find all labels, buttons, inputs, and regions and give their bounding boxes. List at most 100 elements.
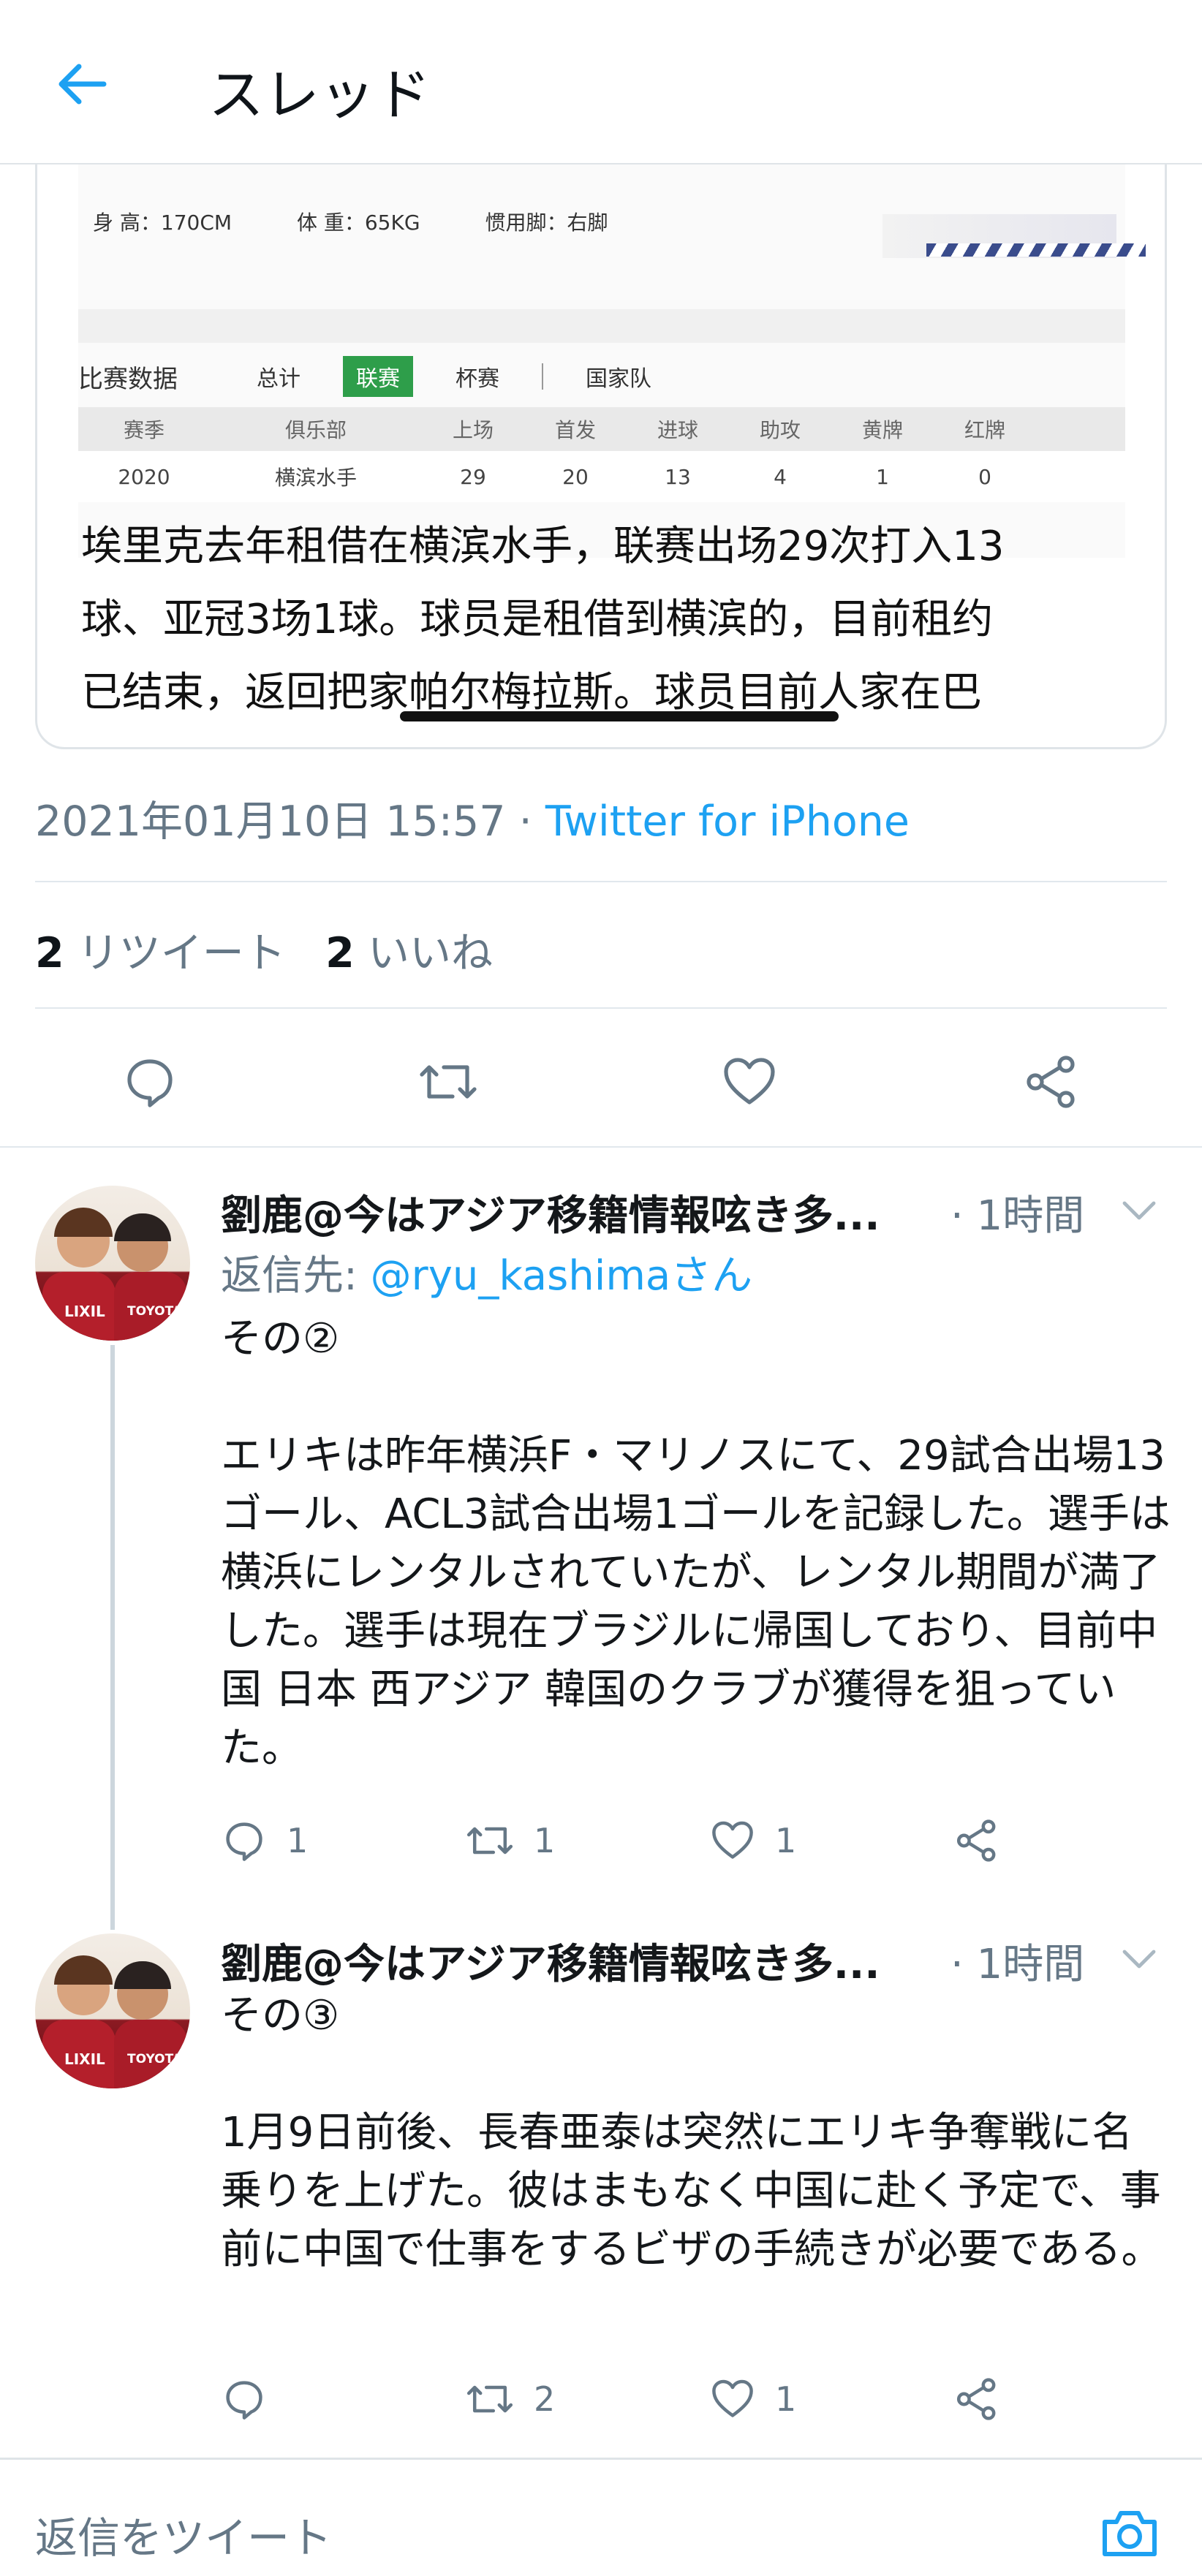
page-title: スレッド: [208, 62, 431, 127]
retweet-count: 1: [534, 1821, 556, 1860]
share-icon: [956, 1819, 996, 1862]
cell-apps: 29: [460, 464, 486, 489]
divider: [0, 1146, 1202, 1148]
reply-text: その② エリキは昨年横浜F・マリノスにて、29試合出場13ゴール、ACL3試合出…: [221, 1310, 1171, 1778]
reply-author-name[interactable]: 劉鹿@今はアジア移籍情報呟き多...: [221, 1931, 880, 1990]
hand-drawn-underline: [400, 711, 839, 721]
divider: [35, 881, 1167, 882]
heart-icon: [712, 1821, 753, 1859]
reply-paragraph: エリキは昨年横浜F・マリノスにて、29試合出場13ゴール、ACL3試合出場1ゴー…: [221, 1432, 1171, 1772]
stats-tab-separator: [542, 363, 543, 390]
reply-to-prefix: 返信先:: [221, 1252, 371, 1300]
player-foot: 惯用脚：右脚: [485, 211, 608, 235]
col-club: 俱乐部: [284, 418, 347, 442]
col-red: 红牌: [964, 418, 1005, 442]
reply-time: · 1時間: [950, 1192, 1085, 1240]
col-assists: 助攻: [759, 418, 801, 442]
chevron-down-icon[interactable]: [1117, 1189, 1161, 1232]
cell-assists: 4: [774, 464, 787, 489]
retweet-button[interactable]: 2: [465, 2370, 555, 2428]
cell-club: 横滨水手: [274, 466, 357, 490]
stats-tab-total: 总计: [257, 366, 300, 392]
retweet-icon: [466, 1827, 513, 1855]
avatar[interactable]: LIXIL TOYOTA: [35, 1933, 190, 2088]
retweets-stat[interactable]: 2 リツイート: [35, 929, 286, 977]
col-goals: 进球: [657, 418, 698, 442]
retweet-icon: [420, 1065, 477, 1099]
share-button[interactable]: [953, 2370, 1019, 2428]
top-app-bar: スレッド: [0, 0, 1202, 164]
image-text-line: 埃里克去年租借在横滨水手，联赛出场29次打入13: [81, 523, 1005, 570]
reply-button[interactable]: [106, 1038, 194, 1126]
reply-to-line: 返信先: @ryu_kashimaさん: [221, 1243, 752, 1302]
reply-paragraph: 1月9日前後、長春亜泰は突然にエリキ争奪戦に名乗りを上げた。彼はまもなく中国に赴…: [221, 2109, 1163, 2273]
avatar[interactable]: LIXIL TOYOTA: [35, 1186, 190, 1341]
separator-dot: ·: [505, 798, 545, 846]
back-button[interactable]: [51, 51, 110, 117]
table-row: 2020 横滨水手 29 20 13 4 1 0: [78, 451, 1125, 502]
reply-icon: [127, 1059, 173, 1107]
stats-title: 比赛数据: [78, 364, 178, 394]
likes-label: いいね: [367, 929, 493, 977]
col-yellow: 黄牌: [861, 418, 903, 442]
reply-button[interactable]: 1: [221, 1811, 308, 1870]
reply-paragraph: その②: [221, 1315, 340, 1363]
player-profile-row: 身 高：170CM 体 重：65KG 惯用脚：右脚: [93, 207, 666, 236]
col-season: 赛季: [123, 418, 165, 442]
likes-stat[interactable]: 2 いいね: [325, 929, 493, 977]
stats-table-header: 赛季 俱乐部 上场 首发 进球 助攻 黄牌 红牌: [78, 407, 1125, 451]
tweet-source-link[interactable]: Twitter for iPhone: [545, 798, 910, 846]
share-button[interactable]: [953, 1811, 1019, 1870]
like-button[interactable]: 1: [709, 2370, 796, 2428]
share-icon: [956, 2378, 996, 2420]
cell-goals: 13: [665, 464, 691, 489]
reply-input[interactable]: 返信をツイート: [35, 2504, 332, 2565]
reply-compose-bar[interactable]: 返信をツイート: [0, 2458, 1202, 2576]
thread-connector-line: [110, 1345, 115, 1930]
reply-text: その③ 1月9日前後、長春亜泰は突然にエリキ争奪戦に名乗りを上げた。彼はまもなく…: [221, 1987, 1171, 2279]
cell-yellow: 1: [876, 464, 889, 489]
col-starts: 首发: [554, 418, 596, 442]
reply-action-bar: 2 1: [221, 2370, 1098, 2428]
stats-tab-cup: 杯赛: [456, 366, 499, 392]
retweets-label: リツイート: [77, 929, 286, 977]
retweet-icon: [466, 2385, 513, 2413]
tweet-timestamp-line: 2021年01月10日 15:57 · Twitter for iPhone: [35, 788, 910, 848]
tweet-engagement-stats: 2 リツイート 2 いいね: [35, 920, 493, 980]
reply-to-handle[interactable]: @ryu_kashimaさん: [371, 1252, 753, 1300]
stats-tab-league: 联赛: [343, 356, 413, 397]
retweet-count: 2: [534, 2379, 556, 2419]
reply-action-bar: 1 1 1: [221, 1811, 1098, 1870]
like-button[interactable]: [706, 1038, 793, 1126]
share-button[interactable]: [1008, 1038, 1095, 1126]
player-height: 身 高：170CM: [93, 211, 233, 235]
cell-starts: 20: [562, 464, 589, 489]
likes-count: 2: [325, 929, 355, 977]
stats-tab-national: 国家队: [586, 366, 651, 392]
reply-button[interactable]: [221, 2370, 287, 2428]
cell-season: 2020: [118, 464, 170, 489]
retweet-button[interactable]: 1: [465, 1811, 555, 1870]
camera-button[interactable]: [1097, 2501, 1163, 2566]
tweet-action-bar: [0, 1038, 1202, 1126]
like-count: 1: [775, 1821, 797, 1860]
image-card-text: 埃里克去年租借在横滨水手，联赛出场29次打入13 球、亚冠3场1球。球员是租借到…: [81, 510, 1163, 730]
col-apps: 上场: [452, 418, 494, 442]
like-button[interactable]: 1: [709, 1811, 796, 1870]
stats-table: 赛季 俱乐部 上场 首发 进球 助攻 黄牌 红牌 2020 横滨水手 29 20…: [78, 407, 1125, 502]
retweet-button[interactable]: [404, 1038, 492, 1126]
player-jersey-stripe: [926, 243, 1146, 257]
tweet-image-card[interactable]: 身 高：170CM 体 重：65KG 惯用脚：右脚 比赛数据 总计 联赛 杯赛 …: [35, 110, 1167, 749]
camera-icon: [1103, 2511, 1157, 2556]
tweet-timestamp: 2021年01月10日 15:57: [35, 798, 506, 846]
divider: [35, 1007, 1167, 1009]
reply-author-name[interactable]: 劉鹿@今はアジア移籍情報呟き多...: [221, 1183, 880, 1242]
reply-icon: [226, 1822, 262, 1861]
stats-tabs: 比赛数据 总计 联赛 杯赛 国家队: [78, 355, 1125, 398]
reply-icon: [226, 2381, 262, 2420]
player-stats-image: 身 高：170CM 体 重：65KG 惯用脚：右脚 比赛数据 总计 联赛 杯赛 …: [78, 163, 1146, 558]
heart-icon: [724, 1058, 775, 1105]
chevron-down-icon[interactable]: [1117, 1937, 1161, 1981]
like-count: 1: [775, 2379, 797, 2419]
arrow-left-icon: [58, 64, 107, 105]
